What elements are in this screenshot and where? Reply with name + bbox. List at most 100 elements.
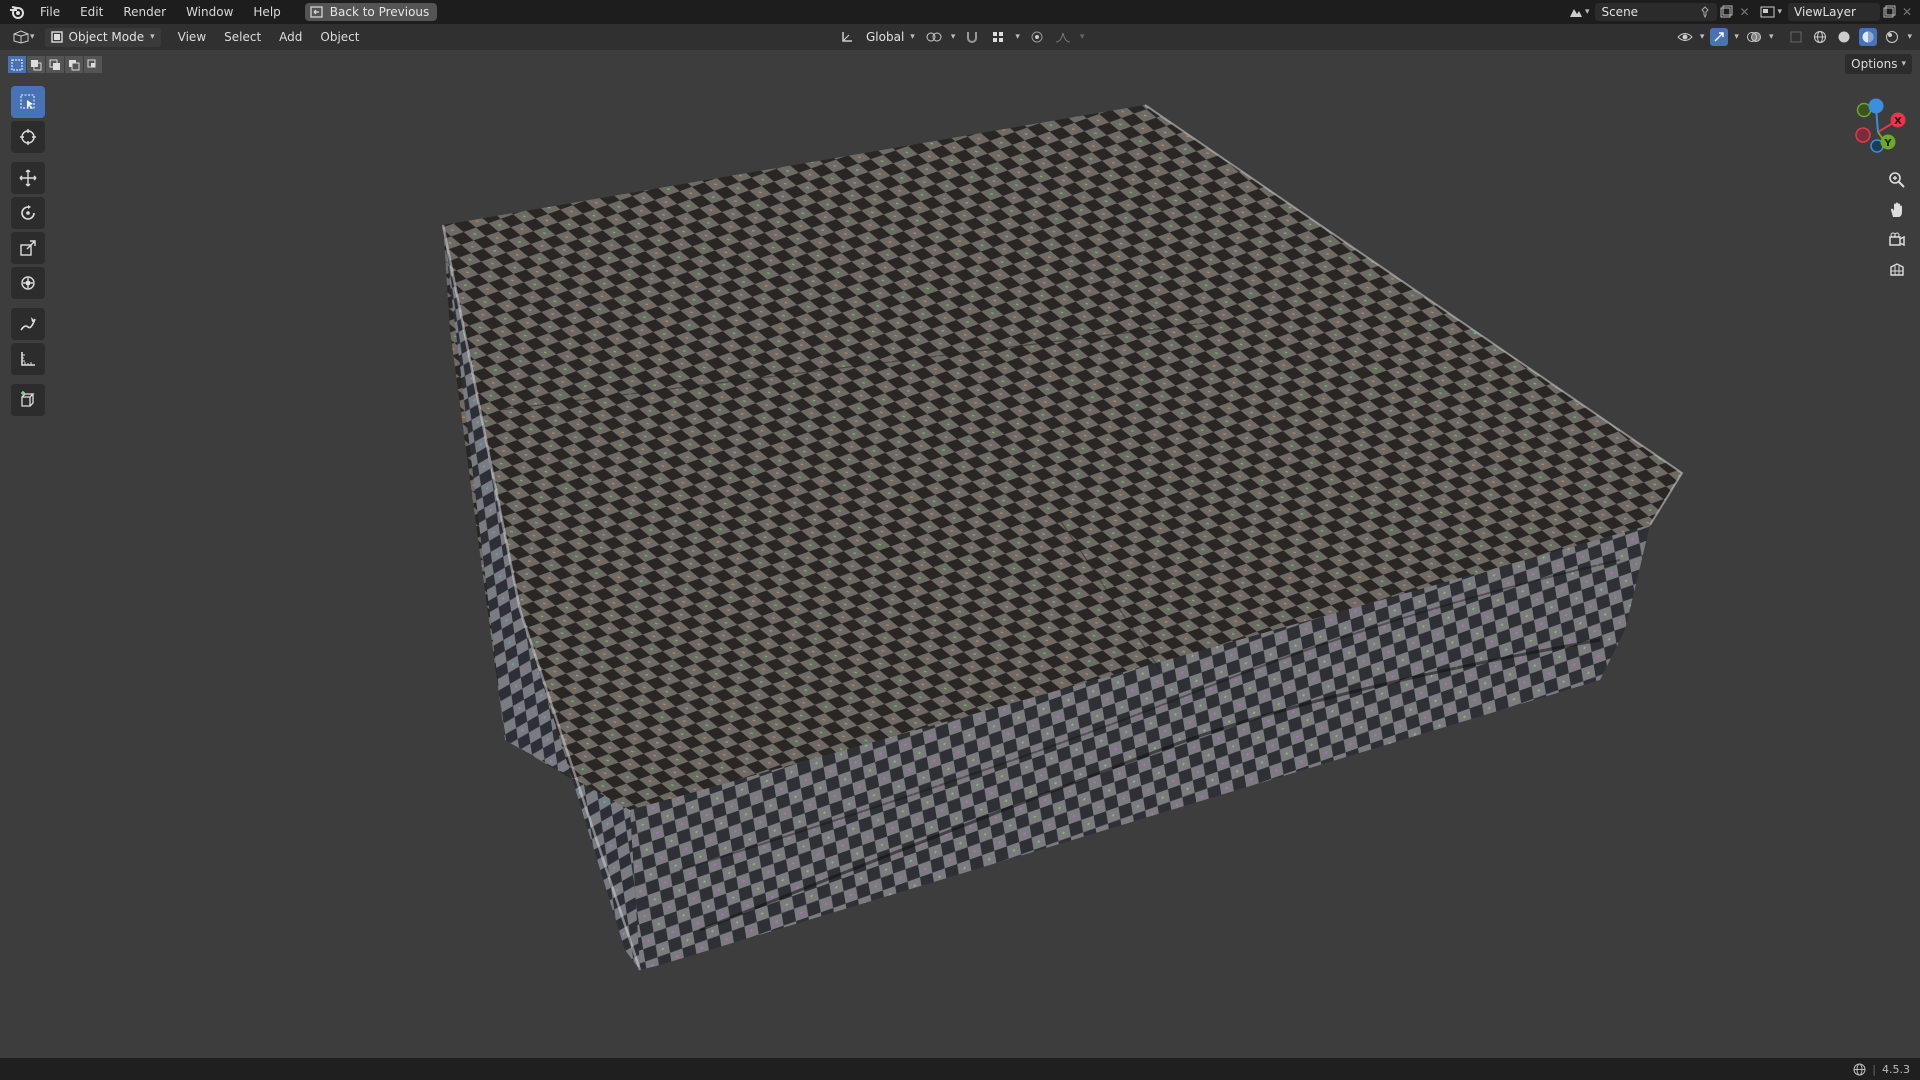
show-gizmo-icon[interactable] — [1710, 28, 1729, 46]
scene-name-field[interactable]: Scene — [1595, 3, 1718, 21]
select-subtract-icon[interactable] — [46, 56, 64, 73]
selection-mode-buttons — [8, 56, 102, 73]
select-invert-icon[interactable] — [65, 56, 83, 73]
navigation-gizmo[interactable]: X Y — [1840, 90, 1912, 170]
falloff-caret-icon: ▾ — [1079, 32, 1085, 42]
new-view-layer-icon[interactable] — [1880, 3, 1898, 21]
transform-tool[interactable] — [11, 267, 45, 299]
options-caret-icon: ▾ — [1901, 59, 1906, 69]
falloff-icon[interactable] — [1054, 28, 1072, 46]
select-box-tool[interactable] — [11, 86, 45, 118]
fullscreen-back-icon — [310, 5, 324, 19]
snap-caret-icon: ▾ — [1015, 32, 1020, 42]
gizmo-neg-x-icon[interactable] — [1855, 127, 1871, 143]
snap-increment-icon[interactable] — [989, 28, 1007, 46]
top-menu-bar: File Edit Render Window Help Back to Pre… — [0, 0, 1920, 24]
topbar-right: ▾ Scene ✕ ▾ ViewLayer ✕ — [1567, 0, 1920, 24]
header-center-tools: Global ▾ ▾ ▾ ▾ — [838, 24, 1084, 50]
transform-orientation-icon — [838, 28, 856, 46]
view-layer-caret-icon: ▾ — [1777, 7, 1782, 17]
select-box-icon — [19, 93, 37, 111]
status-bar: | 4.5.3 — [0, 1058, 1920, 1080]
menu-edit[interactable]: Edit — [70, 0, 113, 24]
camera-icon[interactable] — [1884, 228, 1910, 252]
blender-logo-icon[interactable] — [8, 3, 26, 21]
pivot-point-icon[interactable] — [925, 28, 943, 46]
menu-file[interactable]: File — [30, 0, 70, 24]
annotate-tool[interactable] — [11, 308, 45, 340]
select-intersect-icon[interactable] — [84, 56, 102, 73]
pin-icon[interactable] — [1699, 3, 1711, 21]
tool-shelf — [9, 86, 47, 419]
scene-caret-icon: ▾ — [1584, 7, 1590, 17]
delete-scene-icon[interactable]: ✕ — [1735, 3, 1753, 21]
transform-icon — [19, 274, 37, 292]
editor-type-icon[interactable] — [12, 28, 30, 46]
wireframe-shading-icon[interactable] — [1811, 28, 1829, 46]
add-cube-icon — [19, 391, 37, 409]
xray-toggle-icon[interactable] — [1787, 28, 1805, 46]
transform-orientation-dropdown[interactable]: Global ▾ — [864, 28, 917, 47]
view-layer-name-field[interactable]: ViewLayer — [1788, 3, 1880, 21]
menu-window[interactable]: Window — [176, 0, 243, 24]
move-icon — [19, 169, 37, 187]
cursor-tool[interactable] — [11, 121, 45, 153]
gizmo-y-label: Y — [1883, 138, 1892, 149]
status-divider: | — [1872, 1062, 1876, 1076]
move-tool[interactable] — [11, 162, 45, 194]
cursor-icon — [19, 128, 37, 146]
rotate-icon — [19, 204, 37, 222]
rotate-tool[interactable] — [11, 197, 45, 229]
visibility-caret-icon: ▾ — [1699, 32, 1705, 42]
overlays-caret-icon: ▾ — [1768, 32, 1774, 42]
select-new-icon[interactable] — [8, 56, 26, 73]
delete-view-layer-icon[interactable]: ✕ — [1898, 3, 1916, 21]
measure-tool[interactable] — [11, 343, 45, 375]
menu-render[interactable]: Render — [113, 0, 176, 24]
proportional-editing-icon[interactable] — [1028, 28, 1046, 46]
annotate-icon — [19, 315, 37, 333]
header-menu-object[interactable]: Object — [311, 24, 368, 50]
editor-type-caret-icon: ▾ — [30, 32, 35, 42]
grid-view-icon[interactable] — [1884, 258, 1910, 282]
zoom-icon[interactable] — [1884, 168, 1910, 192]
solid-shading-icon[interactable] — [1835, 28, 1853, 46]
gizmo-z-icon[interactable] — [1868, 98, 1884, 114]
mode-dropdown[interactable]: Object Mode ▾ — [44, 27, 161, 47]
transform-orientation-label: Global — [866, 30, 905, 44]
options-dropdown[interactable]: Options ▾ — [1845, 54, 1912, 74]
menu-help[interactable]: Help — [243, 0, 290, 24]
gizmo-x-label: X — [1894, 116, 1902, 127]
network-globe-icon[interactable] — [1852, 1062, 1866, 1076]
pivot-caret-icon: ▾ — [950, 32, 956, 42]
visibility-icon[interactable] — [1676, 28, 1694, 46]
header-right-tools: ▾ ▾ ▾ ▾ — [1676, 24, 1912, 50]
viewport-navigation-buttons — [1884, 168, 1910, 282]
material-preview-shading-icon[interactable] — [1859, 28, 1878, 46]
shading-caret-icon: ▾ — [1907, 32, 1912, 42]
scale-icon — [19, 239, 37, 257]
header-menu-select[interactable]: Select — [215, 24, 270, 50]
version-label: 4.5.3 — [1882, 1062, 1910, 1076]
object-mode-icon — [50, 28, 63, 46]
view-layer-name: ViewLayer — [1794, 5, 1856, 19]
scene-selector-icon[interactable] — [1567, 3, 1585, 21]
header-menu-view[interactable]: View — [169, 24, 215, 50]
pan-hand-icon[interactable] — [1884, 198, 1910, 222]
add-cube-tool[interactable] — [11, 384, 45, 416]
header-menu-add[interactable]: Add — [270, 24, 311, 50]
select-extend-icon[interactable] — [27, 56, 45, 73]
snap-icon[interactable] — [963, 28, 981, 46]
view-layer-icon[interactable] — [1759, 3, 1777, 21]
options-label: Options — [1851, 57, 1898, 71]
rendered-shading-icon[interactable] — [1883, 28, 1901, 46]
mode-caret-icon: ▾ — [150, 32, 155, 42]
measure-icon — [19, 350, 37, 368]
gizmo-caret-icon: ▾ — [1734, 32, 1739, 42]
new-scene-icon[interactable] — [1717, 3, 1735, 21]
overlays-icon[interactable] — [1745, 28, 1763, 46]
scene-name: Scene — [1601, 5, 1639, 19]
back-to-previous-button[interactable]: Back to Previous — [304, 3, 438, 21]
scale-tool[interactable] — [11, 232, 45, 264]
3d-viewport[interactable]: Options ▾ X Y — [0, 50, 1920, 1058]
